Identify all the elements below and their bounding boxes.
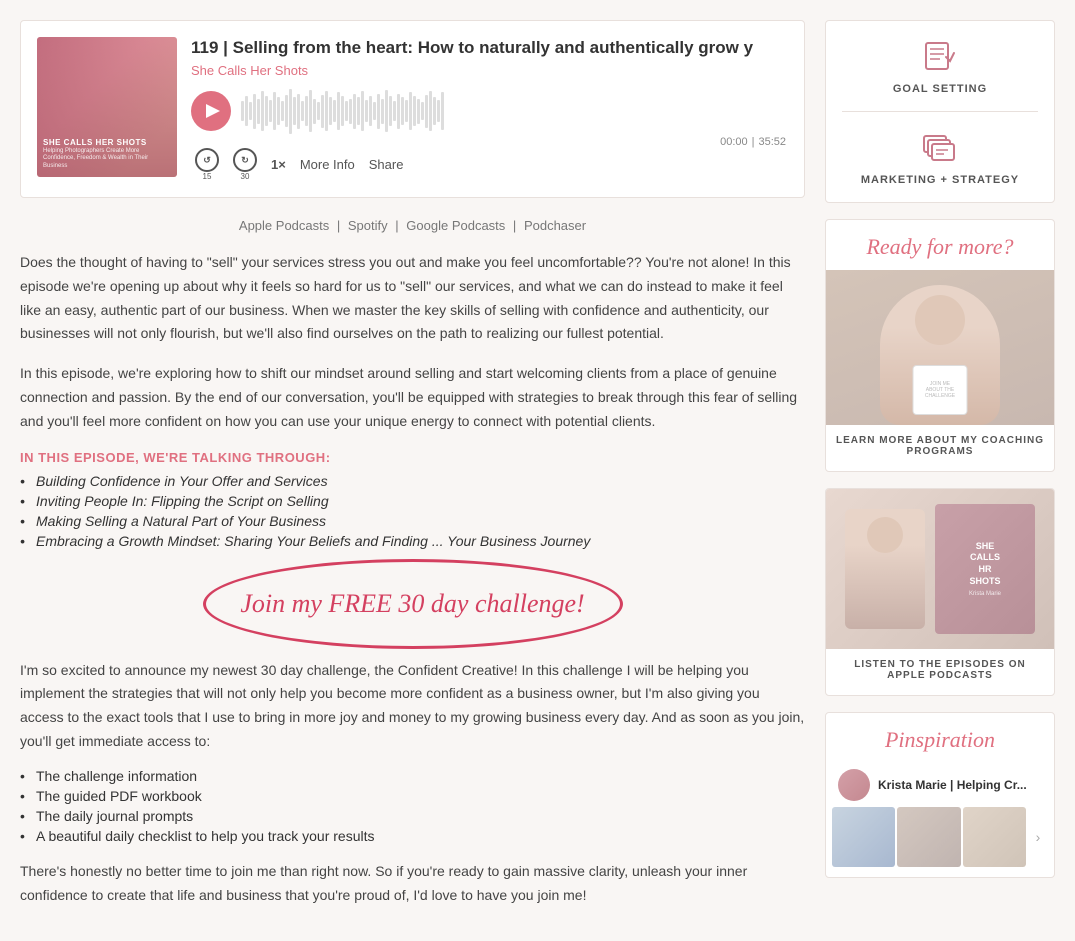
list-item: A beautiful daily checklist to help you … xyxy=(20,828,805,844)
more-info-button[interactable]: More Info xyxy=(300,157,355,172)
share-button[interactable]: Share xyxy=(369,157,404,172)
she-calls-cover: SHECALLSHRSHOTS Krista Marie xyxy=(935,504,1035,634)
play-icon xyxy=(206,104,220,118)
list-item: The guided PDF workbook xyxy=(20,788,805,804)
current-time: 00:00 xyxy=(720,136,748,148)
pin-header: Krista Marie | Helping Cr... xyxy=(826,763,1054,807)
time-display: 00:00 | 35:52 xyxy=(191,136,788,148)
list-item: The daily journal prompts xyxy=(20,808,805,824)
sidebar: GOAL SETTING MARKETING + STRATEGY Read xyxy=(825,20,1055,921)
pin-image-3 xyxy=(963,807,1026,867)
list-item: Embracing a Growth Mindset: Sharing Your… xyxy=(20,533,805,549)
sidebar-divider xyxy=(842,111,1038,112)
episode-title: 119 | Selling from the heart: How to nat… xyxy=(191,37,788,59)
skip-back-label: 15 xyxy=(203,172,212,181)
cover-subtitle: Helping Photographers Create More Confid… xyxy=(43,148,171,171)
body-para1: I'm so excited to announce my newest 30 … xyxy=(20,659,805,754)
list-item: The challenge information xyxy=(20,768,805,784)
marketing-item[interactable]: MARKETING + STRATEGY xyxy=(861,128,1019,186)
description-para2: In this episode, we're exploring how to … xyxy=(20,362,805,433)
she-calls-image: SHECALLSHRSHOTS Krista Marie xyxy=(826,489,1054,649)
podcast-name: She Calls Her Shots xyxy=(191,63,788,78)
benefits-list: The challenge information The guided PDF… xyxy=(20,768,805,844)
list-item: Making Selling a Natural Part of Your Bu… xyxy=(20,513,805,529)
play-button[interactable] xyxy=(191,91,231,131)
coaching-image: JOIN MEABOUT THECHALLENGE xyxy=(826,270,1054,425)
player-card: SHE CALLS HER ShOTS Helping Photographer… xyxy=(20,20,805,198)
list-item: Inviting People In: Flipping the Script … xyxy=(20,493,805,509)
goal-setting-label: GOAL SETTING xyxy=(893,83,987,95)
time-sep: | xyxy=(752,136,755,148)
cta-text: Join my FREE 30 day challenge! xyxy=(40,589,785,619)
marketing-icon xyxy=(920,128,960,168)
pin-image-1 xyxy=(832,807,895,867)
sep1: | xyxy=(337,218,340,233)
pin-avatar xyxy=(838,769,870,801)
pinspiration-section: Pinspiration Krista Marie | Helping Cr..… xyxy=(825,712,1055,878)
ready-title: Ready for more? xyxy=(826,220,1054,270)
total-time: 35:52 xyxy=(758,136,786,148)
podchaser-link[interactable]: Podchaser xyxy=(524,218,586,233)
pin-image-2 xyxy=(897,807,960,867)
goal-setting-icon xyxy=(920,37,960,77)
goal-setting-item[interactable]: GOAL SETTING xyxy=(893,37,987,95)
skip-forward-label: 30 xyxy=(241,172,250,181)
player-info: 119 | Selling from the heart: How to nat… xyxy=(191,37,788,181)
pin-user: Krista Marie | Helping Cr... xyxy=(878,778,1027,792)
cta-banner[interactable]: Join my FREE 30 day challenge! xyxy=(20,569,805,639)
apple-section: SHECALLSHRSHOTS Krista Marie LISTEN TO T… xyxy=(825,488,1055,696)
speed-button[interactable]: 1× xyxy=(271,157,286,172)
skip-forward-icon: ↻ xyxy=(241,155,249,166)
waveform[interactable] xyxy=(241,86,788,136)
sep2: | xyxy=(395,218,398,233)
sidebar-icons-section: GOAL SETTING MARKETING + STRATEGY xyxy=(825,20,1055,203)
apple-cta-label[interactable]: LISTEN TO THE EPISODES ON APPLE PODCASTS xyxy=(826,649,1054,681)
coaching-cta-label[interactable]: LEARN MORE ABOUT MY COACHING PROGRAMS xyxy=(826,435,1054,457)
marketing-label: MARKETING + STRATEGY xyxy=(861,174,1019,186)
section-header: IN THIS EPISODE, WE'RE TALKING THROUGH: xyxy=(20,450,805,465)
skip-back-icon: ↺ xyxy=(203,155,211,166)
podcast-links: Apple Podcasts | Spotify | Google Podcas… xyxy=(20,218,805,233)
skip-back-button[interactable]: ↺ 15 xyxy=(195,148,219,181)
skip-forward-button[interactable]: ↻ 30 xyxy=(233,148,257,181)
list-item: Building Confidence in Your Offer and Se… xyxy=(20,473,805,489)
apple-podcasts-link[interactable]: Apple Podcasts xyxy=(239,218,329,233)
main-content: SHE CALLS HER ShOTS Helping Photographer… xyxy=(20,20,805,921)
description-para1: Does the thought of having to "sell" you… xyxy=(20,251,805,346)
google-podcasts-link[interactable]: Google Podcasts xyxy=(406,218,505,233)
pinspiration-title: Pinspiration xyxy=(826,713,1054,763)
topics-list: Building Confidence in Your Offer and Se… xyxy=(20,473,805,549)
pin-images: › xyxy=(826,807,1054,877)
body-para2: There's honestly no better time to join … xyxy=(20,860,805,908)
podcast-cover: SHE CALLS HER ShOTS Helping Photographer… xyxy=(37,37,177,177)
spotify-link[interactable]: Spotify xyxy=(348,218,388,233)
pin-more-indicator[interactable]: › xyxy=(1028,807,1048,867)
ready-section: Ready for more? JOIN MEABOUT THECHALLENG… xyxy=(825,219,1055,472)
cover-title: SHE CALLS HER ShOTS xyxy=(43,138,171,148)
sep3: | xyxy=(513,218,516,233)
